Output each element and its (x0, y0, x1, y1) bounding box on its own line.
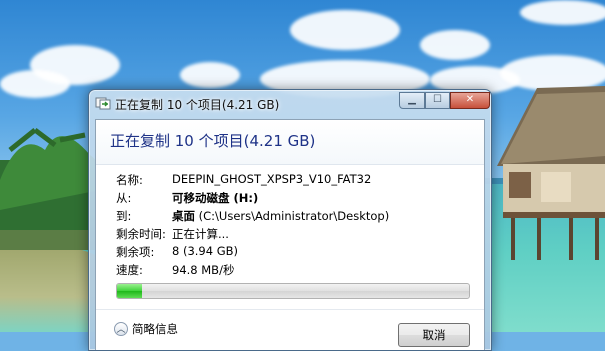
minimize-icon: ▁ (408, 94, 416, 105)
detail-value: 正在计算... (172, 227, 229, 241)
maximize-button[interactable]: ☐ (425, 92, 450, 109)
divider (96, 309, 484, 310)
destination-path: (C:\Users\Administrator\Desktop) (195, 209, 390, 223)
detail-value: DEEPIN_GHOST_XPSP3_V10_FAT32 (172, 172, 372, 186)
destination-link[interactable]: 桌面 (172, 209, 195, 223)
more-info-label: 简略信息 (132, 322, 178, 336)
window-title: 正在复制 10 个项目(4.21 GB) (115, 98, 280, 112)
source-link[interactable]: 可移动磁盘 (H:) (172, 190, 258, 206)
detail-label: 剩余时间: (116, 227, 166, 241)
close-button[interactable]: ✕ (450, 92, 490, 109)
minimize-button[interactable]: ▁ (399, 92, 425, 109)
cancel-button[interactable]: 取消 (398, 323, 470, 347)
detail-row-speed: 速度: 94.8 MB/秒 (116, 262, 476, 280)
water-bungalow (497, 86, 605, 260)
detail-row-items-remaining: 剩余项: 8 (3.94 GB) (116, 244, 476, 262)
detail-label: 到: (116, 209, 132, 223)
copy-progress-bar (116, 283, 470, 299)
dialog-content: 正在复制 10 个项目(4.21 GB) 名称: DEEPIN_GHOST_XP… (95, 119, 485, 350)
copy-progress-dialog: 正在复制 10 个项目(4.21 GB) ▁ ☐ ✕ 正在复制 10 个项目(4… (88, 89, 492, 351)
detail-label: 速度: (116, 263, 143, 277)
dialog-heading: 正在复制 10 个项目(4.21 GB) (110, 132, 316, 150)
detail-label: 剩余项: (116, 245, 155, 259)
copy-files-icon (95, 97, 111, 110)
close-icon: ✕ (465, 94, 475, 105)
detail-value: 94.8 MB/秒 (172, 263, 235, 277)
detail-row-time-remaining: 剩余时间: 正在计算... (116, 226, 476, 244)
detail-value: 8 (3.94 GB) (172, 244, 239, 258)
progress-fill (117, 284, 142, 298)
detail-row-to: 到: 桌面 (C:\Users\Administrator\Desktop) (116, 208, 476, 226)
detail-row-name: 名称: DEEPIN_GHOST_XPSP3_V10_FAT32 (116, 172, 476, 190)
chevron-up-icon: ︿ (114, 322, 128, 336)
dialog-header: 正在复制 10 个项目(4.21 GB) (96, 120, 484, 165)
detail-label: 从: (116, 191, 132, 205)
maximize-icon: ☐ (433, 94, 442, 105)
detail-row-from: 从: 可移动磁盘 (H:) (116, 190, 476, 208)
more-info-toggle[interactable]: ︿ 简略信息 (114, 321, 178, 337)
detail-label: 名称: (116, 173, 143, 187)
copy-details: 名称: DEEPIN_GHOST_XPSP3_V10_FAT32 从: 可移动磁… (116, 172, 476, 280)
title-bar[interactable]: 正在复制 10 个项目(4.21 GB) ▁ ☐ ✕ (89, 90, 491, 117)
